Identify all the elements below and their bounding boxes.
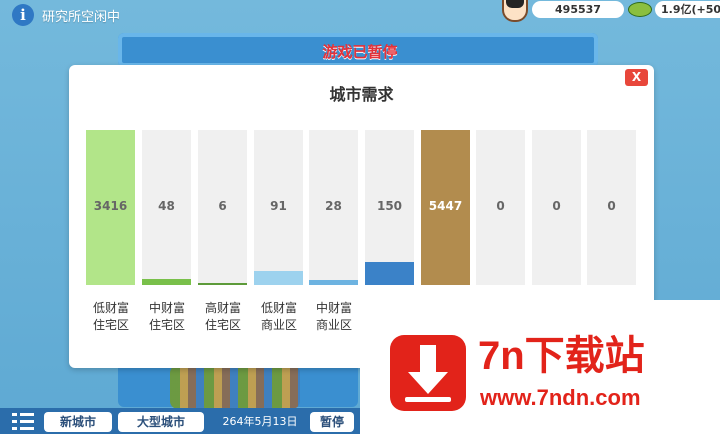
demand-value: 0 bbox=[607, 199, 616, 213]
game-paused-label: 游戏已暂停 bbox=[322, 43, 398, 61]
demand-value: 0 bbox=[552, 199, 561, 213]
zone-label-line: 中财富 bbox=[315, 301, 352, 315]
zone-label-line: 中财富 bbox=[148, 301, 185, 315]
zone-label-line: 住宅区 bbox=[204, 318, 241, 332]
demand-bar: 150 bbox=[365, 130, 414, 285]
demand-value: 91 bbox=[270, 199, 287, 213]
download-arrow-icon bbox=[420, 345, 436, 375]
zone-label-line: 高财富 bbox=[204, 301, 241, 315]
dialog-title: 城市需求 bbox=[329, 85, 394, 104]
demand-value: 3416 bbox=[93, 199, 128, 213]
demand-value: 48 bbox=[158, 199, 175, 213]
zone-label-line: 住宅区 bbox=[148, 318, 185, 332]
zone-label-line: 低财富 bbox=[92, 301, 129, 315]
demand-bar: 0 bbox=[476, 130, 525, 285]
demand-bar-fill bbox=[254, 271, 303, 285]
demand-bar-fill bbox=[142, 278, 191, 285]
watermark-title: 7n下载站 bbox=[478, 334, 645, 378]
demand-bar: 28 bbox=[309, 130, 358, 285]
demand-value: 28 bbox=[325, 199, 342, 213]
game-date: 264年5月13日 bbox=[222, 415, 298, 428]
demand-bar: 48 bbox=[142, 130, 191, 285]
demand-value: 150 bbox=[376, 199, 403, 213]
population-counter: 495537 bbox=[532, 1, 624, 18]
close-button[interactable]: X bbox=[625, 69, 648, 86]
new-city-button[interactable]: 新城市 bbox=[44, 412, 112, 432]
zone-label: 高财富 住宅区 bbox=[193, 300, 253, 334]
zone-label: 低财富 住宅区 bbox=[81, 300, 141, 334]
download-arrow-icon bbox=[405, 397, 451, 402]
demand-bar: 6 bbox=[198, 130, 247, 285]
demand-value: 0 bbox=[496, 199, 505, 213]
city-size-button[interactable]: 大型城市 bbox=[118, 412, 204, 432]
zone-label-line: 住宅区 bbox=[92, 318, 129, 332]
lab-status: 研究所空闲中 bbox=[42, 10, 121, 25]
demand-bar: 0 bbox=[587, 130, 636, 285]
pause-button[interactable]: 暂停 bbox=[310, 412, 354, 432]
demand-bar: 5447 bbox=[421, 130, 470, 285]
demand-bar: 3416 bbox=[86, 130, 135, 285]
download-arrow-icon bbox=[408, 372, 448, 394]
demand-bar: 0 bbox=[532, 130, 581, 285]
zone-label: 中财富 商业区 bbox=[304, 300, 364, 334]
demand-value: 5447 bbox=[428, 199, 463, 213]
zone-label-line: 低财富 bbox=[260, 301, 297, 315]
demand-bar-fill bbox=[309, 280, 358, 285]
info-icon[interactable]: i bbox=[12, 4, 34, 26]
menu-icon[interactable] bbox=[12, 411, 34, 431]
watermark-url: www.7ndn.com bbox=[480, 385, 641, 410]
city-tiles bbox=[170, 365, 300, 409]
mayor-avatar-icon[interactable] bbox=[502, 0, 528, 22]
zone-label-line: 商业区 bbox=[315, 318, 352, 332]
demand-bar-fill bbox=[198, 283, 247, 285]
zone-label-line: 商业区 bbox=[260, 318, 297, 332]
demand-bar-fill bbox=[365, 261, 414, 285]
zone-label: 低财富 商业区 bbox=[249, 300, 309, 334]
zone-label: 中财富 住宅区 bbox=[137, 300, 197, 334]
demand-bar: 91 bbox=[254, 130, 303, 285]
money-icon bbox=[628, 2, 652, 17]
money-counter: 1.9亿(+5079 bbox=[655, 1, 720, 18]
demand-value: 6 bbox=[218, 199, 227, 213]
